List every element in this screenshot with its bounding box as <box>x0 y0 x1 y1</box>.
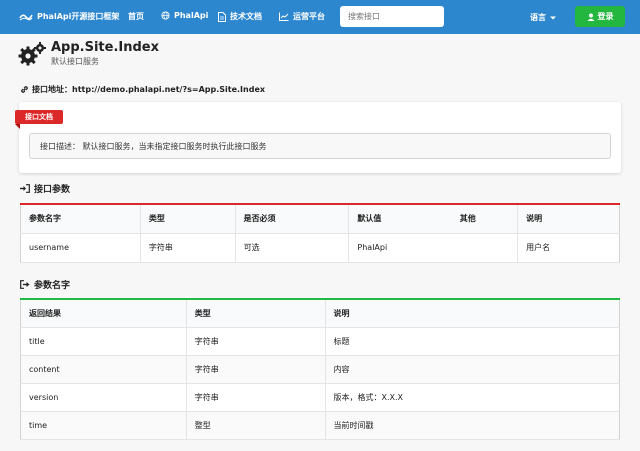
params-table: 参数名字 类型 是否必须 默认值 其他 说明 username 字符串 可选 P… <box>20 203 620 263</box>
table-cell: 字符串 <box>139 233 236 263</box>
table-row: title 字符串 标题 <box>20 327 620 356</box>
column-header: 说明 <box>517 204 620 234</box>
column-header: 是否必须 <box>234 204 349 234</box>
table-cell <box>451 233 518 263</box>
brand-label: PhalApi开源接口框架 <box>37 12 120 21</box>
ribbon-tail <box>15 124 20 129</box>
table-row: username 字符串 可选 PhalApi 用户名 <box>20 233 620 263</box>
sign-in-icon <box>20 184 30 193</box>
nav-docs[interactable]: 技术文档 <box>218 11 262 22</box>
gears-icon <box>18 42 46 66</box>
table-cell: content <box>20 355 187 384</box>
table-cell: time <box>20 411 187 440</box>
brand-link[interactable]: PhalApi开源接口框架 <box>19 11 119 22</box>
globe-icon <box>161 11 170 20</box>
table-cell: 字符串 <box>185 355 326 384</box>
table-cell: username <box>20 233 141 263</box>
table-cell: PhalApi <box>348 233 452 263</box>
table-cell: 可选 <box>234 233 349 263</box>
page-header: App.Site.Index 默认接口服务 <box>18 40 159 67</box>
column-header: 参数名字 <box>20 204 141 234</box>
table-cell: title <box>20 327 187 356</box>
document-icon <box>218 11 226 22</box>
nav-home[interactable]: 首页 <box>128 11 144 22</box>
table-cell: 字符串 <box>185 383 326 412</box>
params-section-title: 接口参数 <box>20 182 70 195</box>
page-subtitle: 默认接口服务 <box>51 57 99 66</box>
table-cell: 用户名 <box>517 233 620 263</box>
table-header-row: 返回结果 类型 说明 <box>20 299 620 328</box>
top-navbar: PhalApi开源接口框架 首页 PhalApi 技术文档 运营平台 语言 <box>0 0 640 34</box>
user-icon <box>587 13 594 21</box>
table-cell: 当前时间戳 <box>324 411 620 440</box>
api-url-value: http://demo.phalapi.net/?s=App.Site.Inde… <box>72 85 266 94</box>
line-chart-icon <box>279 12 289 21</box>
column-header: 默认值 <box>348 204 452 234</box>
table-cell: version <box>20 383 187 412</box>
table-cell: 版本，格式：X.X.X <box>324 383 620 412</box>
login-button[interactable]: 登录 <box>575 6 625 27</box>
column-header: 类型 <box>185 299 326 328</box>
sign-out-icon <box>20 280 30 289</box>
chevron-down-icon <box>550 16 556 19</box>
table-row: content 字符串 内容 <box>20 355 620 384</box>
nav-operations[interactable]: 运营平台 <box>279 11 325 22</box>
column-header: 其他 <box>451 204 518 234</box>
table-cell: 标题 <box>324 327 620 356</box>
table-cell: 内容 <box>324 355 620 384</box>
phalapi-logo-icon <box>19 14 33 20</box>
table-row: time 整型 当前时间戳 <box>20 411 620 440</box>
api-url-label: 接口地址： <box>32 85 72 94</box>
table-cell: 整型 <box>185 411 326 440</box>
column-header: 说明 <box>324 299 620 328</box>
page-title: App.Site.Index <box>51 40 159 55</box>
returns-table: 返回结果 类型 说明 title 字符串 标题 content 字符串 内容 v… <box>20 298 620 440</box>
api-url: 接口地址： http://demo.phalapi.net/?s=App.Sit… <box>20 84 265 95</box>
api-description: 接口描述： 默认接口服务，当未指定接口服务时执行此接口服务 <box>29 133 611 159</box>
nav-phalapi[interactable]: PhalApi <box>161 11 208 20</box>
returns-section-title: 参数名字 <box>20 278 70 291</box>
column-header: 返回结果 <box>20 299 187 328</box>
search-input[interactable] <box>340 6 444 27</box>
table-row: version 字符串 版本，格式：X.X.X <box>20 383 620 412</box>
language-dropdown[interactable]: 语言 <box>530 12 557 23</box>
link-icon <box>21 86 28 93</box>
table-header-row: 参数名字 类型 是否必须 默认值 其他 说明 <box>20 204 620 234</box>
doc-ribbon-label: 接口文档 <box>15 110 63 124</box>
column-header: 类型 <box>139 204 236 234</box>
table-cell: 字符串 <box>185 327 326 356</box>
